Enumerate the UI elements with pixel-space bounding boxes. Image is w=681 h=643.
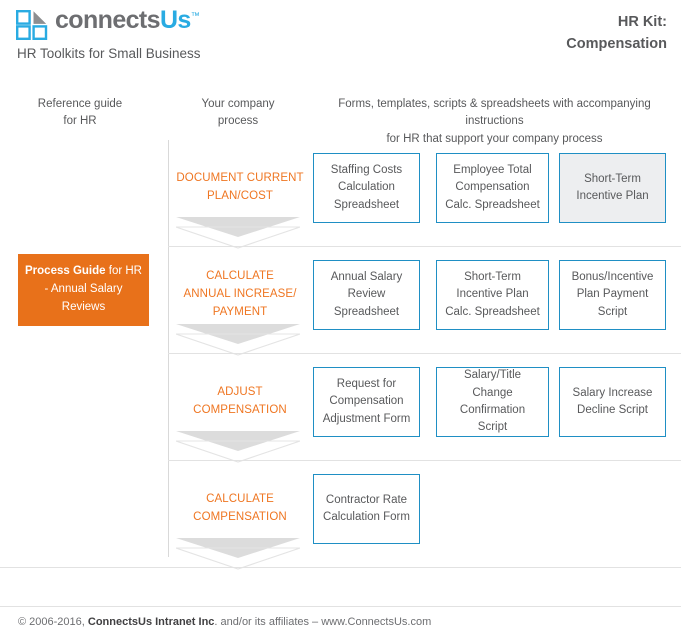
hr-kit-name: Compensation bbox=[566, 36, 667, 53]
hr-kit-title: HR Kit: Compensation bbox=[566, 11, 667, 56]
document-box-bonus-incentive-plan-payment-script[interactable]: Bonus/Incentive Plan Payment Script bbox=[559, 260, 666, 330]
process-row-calculate-annual-increase-payment: CALCULATE ANNUAL INCREASE/PAYMENT Annual S… bbox=[0, 247, 681, 356]
document-box-line: Bonus/Incentive bbox=[571, 270, 654, 283]
document-box-line: Short-Term bbox=[584, 172, 641, 185]
footer-suffix: . and/or its affiliates – www.ConnectsUs… bbox=[214, 616, 432, 628]
column-headers: Reference guide for HR Your company proc… bbox=[0, 96, 681, 145]
document-box-short-term-incentive-plan-calc-spreadsheet[interactable]: Short-Term Incentive Plan Calc. Spreadshee… bbox=[436, 260, 549, 330]
column-header-line2: process bbox=[217, 115, 259, 128]
process-row-adjust-compensation: ADJUST COMPENSATION Request for Compensatio… bbox=[0, 354, 681, 463]
document-box-line: Employee Total bbox=[453, 163, 532, 176]
footer-copyright: © 2006-2016, ConnectsUs Intranet Inc. an… bbox=[18, 616, 431, 628]
document-box-contractor-rate-calculation-form[interactable]: Contractor Rate Calculation Form bbox=[313, 474, 420, 544]
process-row-document-current-plan-cost: DOCUMENT CURRENT PLAN/COST Staffing Costs C… bbox=[0, 140, 681, 249]
brand-tagline: HR Toolkits for Small Business bbox=[17, 46, 201, 61]
document-box-line: Incentive Plan bbox=[576, 190, 649, 202]
document-box-line: Spreadsheet bbox=[333, 198, 400, 211]
brand-block: connectsUs™ HR Toolkits for Small Busine… bbox=[16, 8, 201, 61]
document-box-line: Script bbox=[477, 421, 508, 434]
stage-label-document-current-plan-cost: DOCUMENT CURRENT PLAN/COST bbox=[172, 170, 308, 206]
footer-divider bbox=[0, 606, 681, 607]
document-box-line: Spreadsheet bbox=[333, 305, 400, 318]
document-box-line: Annual Salary bbox=[330, 270, 403, 283]
document-box-label: Short-Term Incentive Plan Calc. Spreadshee… bbox=[445, 269, 540, 321]
document-box-line: Salary Increase bbox=[572, 386, 653, 399]
document-box-label: Contractor Rate Calculation Form bbox=[323, 492, 410, 527]
document-box-label: Annual Salary Review Spreadsheet bbox=[331, 269, 403, 321]
brand-word-connects: connects bbox=[55, 6, 161, 34]
document-box-label: Request for Compensation Adjustment Form bbox=[323, 376, 411, 428]
document-box-short-term-incentive-plan[interactable]: Short-Term Incentive Plan bbox=[559, 153, 666, 223]
document-box-line: Script bbox=[597, 305, 628, 318]
stage-label-line: COMPENSATION bbox=[193, 510, 287, 523]
document-box-line: Review bbox=[347, 288, 386, 301]
flow-chevron-icon bbox=[176, 536, 300, 574]
stage-label-line: CALCULATE bbox=[206, 493, 274, 505]
column-header-line2: for HR bbox=[63, 115, 97, 128]
document-box-label: Salary Increase Decline Script bbox=[573, 385, 653, 420]
document-box-request-for-compensation-adjustment-form[interactable]: Request for Compensation Adjustment Form bbox=[313, 367, 420, 437]
column-header-line1: Your company bbox=[201, 98, 275, 110]
document-box-line: Calculation bbox=[338, 181, 395, 194]
stage-label-line: ADJUST bbox=[217, 386, 263, 398]
brand-word-us: Us bbox=[159, 6, 191, 34]
document-box-line: Compensation bbox=[329, 395, 404, 408]
document-box-line: Calc. Spreadsheet bbox=[445, 198, 540, 211]
connectsus-squares-logo-icon bbox=[16, 10, 48, 40]
footer-prefix: © 2006-2016, bbox=[18, 616, 88, 628]
document-box-line: Change Confirmation bbox=[459, 386, 526, 416]
document-box-line: Plan Payment bbox=[576, 288, 649, 301]
stage-label-line: PAYMENT bbox=[212, 305, 268, 318]
document-box-salary-increase-decline-script[interactable]: Salary Increase Decline Script bbox=[559, 367, 666, 437]
process-grid: DOCUMENT CURRENT PLAN/COST Staffing Costs C… bbox=[0, 140, 681, 605]
column-header-line1: Forms, templates, scripts & spreadsheets… bbox=[338, 98, 651, 128]
grid-bottom-divider bbox=[0, 567, 681, 568]
stage-label-line: DOCUMENT CURRENT bbox=[176, 172, 304, 184]
document-box-line: Short-Term bbox=[464, 270, 521, 283]
stage-label-line: COMPENSATION bbox=[193, 403, 287, 416]
stage-label-line: ANNUAL INCREASE/ bbox=[183, 287, 297, 300]
document-box-line: Calculation Form bbox=[323, 511, 410, 523]
stage-label-calculate-compensation: CALCULATE COMPENSATION bbox=[172, 491, 308, 527]
column-header-reference-guide: Reference guide for HR bbox=[0, 96, 160, 131]
process-row-calculate-compensation: CALCULATE COMPENSATION Contractor Rate Calc… bbox=[0, 461, 681, 570]
hr-kit-label: HR Kit: bbox=[617, 14, 667, 30]
document-box-line: Incentive Plan bbox=[456, 288, 529, 301]
footer-company: ConnectsUs Intranet Inc bbox=[87, 616, 215, 628]
trademark-symbol: ™ bbox=[190, 10, 200, 21]
document-box-line: Request for bbox=[336, 377, 397, 390]
document-box-employee-total-compensation-calc-spreadsheet[interactable]: Employee Total Compensation Calc. Spreadsh… bbox=[436, 153, 549, 223]
document-box-salary-title-change-confirmation-script[interactable]: Salary/Title Change Confirmation Script bbox=[436, 367, 549, 437]
document-box-label: Staffing Costs Calculation Spreadsheet bbox=[331, 162, 402, 214]
document-box-line: Compensation bbox=[455, 181, 530, 194]
document-box-label: Employee Total Compensation Calc. Spreadsh… bbox=[445, 162, 540, 214]
document-box-line: Contractor Rate bbox=[325, 493, 408, 506]
document-box-line: Salary/Title bbox=[463, 369, 522, 382]
brand-wordmark: connectsUs™ bbox=[55, 6, 200, 34]
stage-label-calculate-annual-increase-payment: CALCULATE ANNUAL INCREASE/PAYMENT bbox=[172, 268, 308, 321]
column-header-company-process: Your company process bbox=[168, 96, 308, 131]
page-header: connectsUs™ HR Toolkits for Small Busine… bbox=[0, 0, 681, 66]
stage-label-line: PLAN/COST bbox=[206, 189, 274, 202]
document-box-line: Decline Script bbox=[577, 404, 648, 416]
document-box-line: Calc. Spreadsheet bbox=[445, 305, 540, 318]
document-box-label: Salary/Title Change Confirmation Script bbox=[441, 367, 544, 437]
document-box-staffing-costs-calculation-spreadsheet[interactable]: Staffing Costs Calculation Spreadsheet bbox=[313, 153, 420, 223]
column-header-line1: Reference guide bbox=[37, 98, 123, 110]
document-box-line: Staffing Costs bbox=[330, 163, 403, 176]
document-box-line: Adjustment Form bbox=[322, 412, 411, 425]
stage-label-adjust-compensation: ADJUST COMPENSATION bbox=[172, 384, 308, 420]
document-box-label: Short-Term Incentive Plan bbox=[576, 171, 648, 206]
stage-label-line: CALCULATE bbox=[206, 270, 274, 282]
document-box-label: Bonus/Incentive Plan Payment Script bbox=[572, 269, 654, 321]
document-box-annual-salary-review-spreadsheet[interactable]: Annual Salary Review Spreadsheet bbox=[313, 260, 420, 330]
